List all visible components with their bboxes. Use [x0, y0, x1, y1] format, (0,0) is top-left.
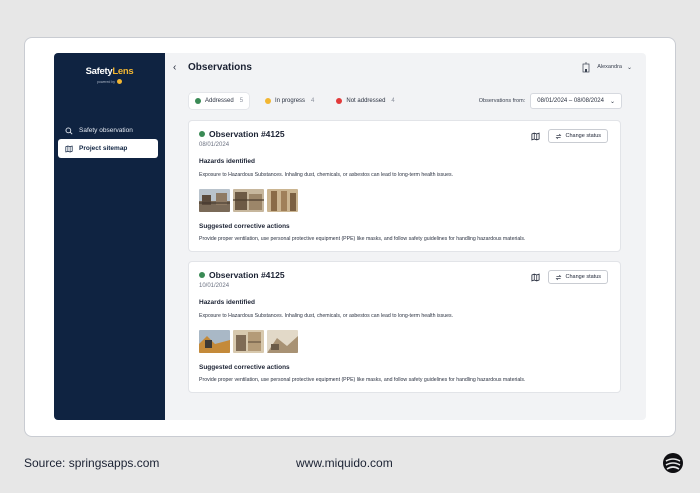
top-bar: ‹ Observations Alexandra ⌄: [165, 53, 646, 83]
sidebar-item-project-sitemap[interactable]: Project sitemap: [58, 139, 158, 158]
site-photo[interactable]: [267, 189, 298, 212]
chevron-left-icon[interactable]: ‹: [173, 62, 176, 73]
filter-count: 5: [239, 98, 244, 104]
app-window: SafetyLens powered by Safety observation…: [54, 53, 646, 420]
chevron-down-icon: ⌄: [609, 98, 615, 105]
hazards-text: Exposure to Hazardous Substances. Inhali…: [199, 313, 454, 319]
brand-name: SafetyLens: [85, 66, 134, 77]
status-filters: Addressed 5 In progress 4 Not addressed …: [189, 93, 401, 109]
brand-logo: SafetyLens powered by: [54, 66, 165, 84]
filter-label: In progress: [275, 98, 306, 104]
date-range-value: 08/01/2024 – 08/08/2024: [537, 98, 604, 104]
sidebar: SafetyLens powered by Safety observation…: [54, 53, 165, 420]
filter-in-progress[interactable]: In progress 4: [259, 93, 320, 109]
sidebar-item-safety-observation[interactable]: Safety observation: [58, 121, 158, 140]
sidebar-item-label: Safety observation: [79, 127, 133, 134]
status-dot-icon: [199, 131, 205, 137]
change-status-label: Change status: [565, 274, 601, 280]
status-dot-icon: [265, 98, 272, 104]
user-menu[interactable]: Alexandra ⌄: [580, 61, 632, 73]
hazards-title: Hazards identified: [199, 158, 255, 165]
change-status-button[interactable]: Change status: [547, 270, 608, 284]
actions-text: Provide proper ventilation, use personal…: [199, 377, 526, 383]
map-pin-icon[interactable]: [530, 271, 542, 283]
status-dot-icon: [195, 98, 201, 104]
actions-text: Provide proper ventilation, use personal…: [199, 236, 526, 242]
site-photo[interactable]: [267, 330, 298, 353]
filter-not-addressed[interactable]: Not addressed 4: [330, 93, 400, 109]
actions-title: Suggested corrective actions: [199, 223, 290, 230]
main-content: ‹ Observations Alexandra ⌄ Addressed 5 I…: [165, 53, 646, 420]
site-photo[interactable]: [199, 189, 230, 212]
date-filter-label: Observations from:: [478, 98, 526, 104]
map-icon: [65, 145, 73, 152]
change-status-button[interactable]: Change status: [547, 129, 608, 143]
date-range-select[interactable]: 08/01/2024 – 08/08/2024 ⌄: [530, 93, 622, 109]
observation-title: Observation #4125: [209, 270, 285, 280]
swap-icon: [555, 133, 561, 139]
site-photo[interactable]: [233, 330, 264, 353]
photo-gallery: [199, 189, 298, 212]
chevron-down-icon: ⌄: [626, 64, 632, 71]
hazards-title: Hazards identified: [199, 299, 255, 306]
date-filter: Observations from: 08/01/2024 – 08/08/20…: [479, 93, 622, 109]
photo-gallery: [199, 330, 298, 353]
filter-addressed[interactable]: Addressed 5: [189, 93, 250, 109]
change-status-label: Change status: [565, 133, 601, 139]
user-name: Alexandra: [597, 64, 622, 70]
filter-label: Not addressed: [346, 98, 386, 104]
observation-card: Observation #4125 08/01/2024 Change stat…: [188, 120, 621, 252]
observation-date: 08/01/2024: [199, 142, 230, 148]
site-photo[interactable]: [199, 330, 230, 353]
footer-url[interactable]: www.miquido.com: [296, 456, 393, 470]
miquido-logo-icon: [663, 453, 683, 473]
swap-icon: [555, 274, 561, 280]
hazards-text: Exposure to Hazardous Substances. Inhali…: [199, 172, 454, 178]
status-dot-icon: [199, 272, 205, 278]
page-title: Observations: [188, 62, 252, 73]
actions-title: Suggested corrective actions: [199, 364, 290, 371]
observation-date: 10/01/2024: [199, 283, 230, 289]
search-icon: [65, 127, 73, 135]
site-photo[interactable]: [233, 189, 264, 212]
map-pin-icon[interactable]: [530, 130, 542, 142]
brand-tagline: powered by: [54, 79, 165, 84]
building-icon: [582, 62, 590, 73]
observation-title: Observation #4125: [209, 129, 285, 139]
filter-count: 4: [391, 98, 395, 104]
status-dot-icon: [336, 98, 343, 104]
filter-label: Addressed: [205, 98, 234, 104]
footer-source: Source: springsapps.com: [24, 456, 160, 470]
sidebar-item-label: Project sitemap: [79, 145, 128, 152]
filter-count: 4: [311, 98, 315, 104]
observation-card: Observation #4125 10/01/2024 Change stat…: [188, 261, 621, 393]
